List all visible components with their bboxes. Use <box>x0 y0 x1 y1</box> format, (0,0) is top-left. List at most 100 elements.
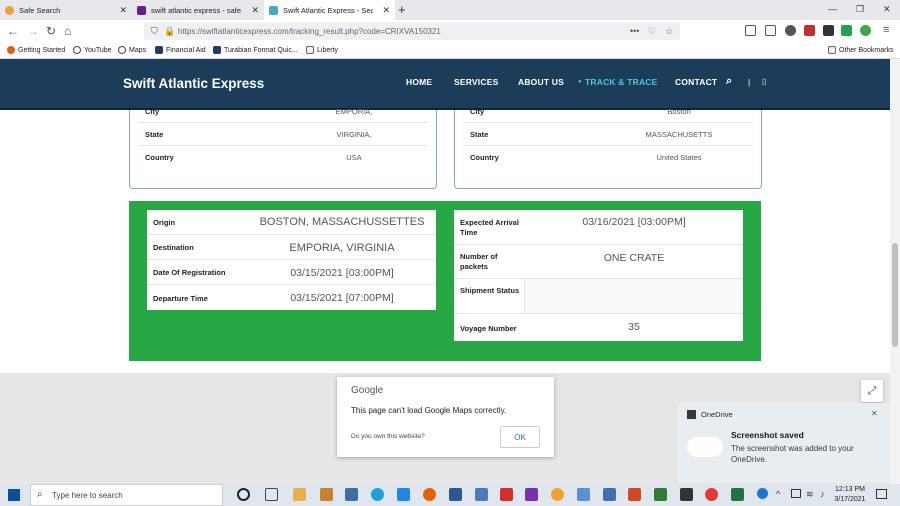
tab-title: Safe Search <box>19 5 61 15</box>
restore-icon[interactable]: ❐ <box>856 4 864 15</box>
tab-title: Swift Atlantic Express - Secure <box>283 5 373 15</box>
liberty-icon <box>155 46 163 54</box>
shipment-row-arrival: Expected Arrival Time 03/16/2021 [03:00P… <box>454 210 743 245</box>
toast-body: The screenshot was added to your OneDriv… <box>731 444 854 464</box>
sender-row-country: Country USA <box>145 153 362 162</box>
shipment-row-origin: Origin BOSTON, MASSACHUSSETTES <box>147 210 436 235</box>
help-icon[interactable] <box>757 488 768 499</box>
onedrive-app-icon <box>687 410 696 419</box>
maps-owner-question[interactable]: Do you own this website? <box>351 433 425 440</box>
taskbar-search-box[interactable]: ⌕ Type here to search <box>30 484 223 506</box>
url-bar[interactable]: ⛉ 🔒 https://swiftatlanticexpress.com/tra… <box>144 22 680 40</box>
back-icon[interactable]: ← <box>7 24 19 38</box>
powerpoint-icon[interactable] <box>628 488 641 501</box>
window-close-icon[interactable]: ✕ <box>883 4 891 15</box>
google-logo: Google <box>351 385 384 396</box>
firefox-taskbar-icon[interactable] <box>423 488 436 501</box>
lock-icon[interactable]: 🔒 <box>164 26 175 37</box>
bookmark-financial-aid[interactable]: Financial Aid <box>155 46 206 54</box>
word-icon[interactable] <box>449 488 462 501</box>
toast-close-icon[interactable]: ✕ <box>871 409 878 418</box>
cortana-icon[interactable] <box>237 488 250 501</box>
menu-track-trace[interactable]: TRACK & TRACE <box>585 77 657 87</box>
pdf-icon[interactable] <box>500 488 513 501</box>
bookmark-turabian[interactable]: Turabian Format Quic... <box>213 46 298 54</box>
extension-red-icon[interactable] <box>804 25 815 36</box>
clock-time[interactable]: 12:13 PM <box>832 486 868 493</box>
maps-ok-button[interactable]: OK <box>500 426 540 448</box>
library-icon[interactable] <box>745 25 756 36</box>
search-icon[interactable]: ⌕ <box>726 75 732 88</box>
onenote-icon[interactable] <box>525 488 538 501</box>
excel-icon[interactable] <box>731 488 744 501</box>
chrome-icon[interactable] <box>705 488 718 501</box>
extension-grammarly-icon[interactable] <box>860 25 871 36</box>
app-orange-icon[interactable] <box>551 488 564 501</box>
bookmark-liberty-folder[interactable]: Liberty <box>306 46 338 54</box>
calculator-icon[interactable] <box>397 488 410 501</box>
volume-icon[interactable]: ♪ <box>820 489 825 499</box>
close-icon[interactable]: ✕ <box>382 5 390 16</box>
other-bookmarks[interactable]: Other Bookmarks <box>828 46 893 54</box>
shipment-row-status: Shipment Status <box>454 279 743 314</box>
close-icon[interactable]: ✕ <box>119 5 127 16</box>
battery-icon[interactable] <box>791 489 801 498</box>
bookmark-youtube[interactable]: YouTube <box>73 46 112 54</box>
more-icon[interactable]: ••• <box>630 26 639 36</box>
clock-date[interactable]: 3/17/2021 <box>832 496 868 503</box>
forward-icon[interactable]: → <box>27 24 39 38</box>
wifi-icon[interactable]: ≋ <box>806 489 814 500</box>
menu-home[interactable]: HOME <box>406 77 432 87</box>
status-value-cell <box>524 279 743 313</box>
menu-icon[interactable]: ≡ <box>883 24 889 36</box>
home-icon[interactable]: ⌂ <box>64 24 71 38</box>
bookmark-star-icon[interactable]: ☆ <box>665 26 673 37</box>
account-icon[interactable] <box>785 25 796 36</box>
sidebar-icon[interactable] <box>765 25 776 36</box>
site-logo[interactable]: Swift Atlantic Express <box>123 76 264 91</box>
extension-check-icon[interactable] <box>841 25 852 36</box>
app-files-icon[interactable] <box>475 488 488 501</box>
tab-safe-search[interactable]: Safe Search ✕ <box>0 0 132 20</box>
grid-menu-icon[interactable]: ▯ <box>762 77 767 86</box>
tab-title: swift atlantic express - safesear <box>151 5 241 15</box>
menu-about-us[interactable]: ABOUT US <box>518 77 564 87</box>
new-tab-button[interactable]: + <box>398 2 406 17</box>
file-explorer-icon[interactable] <box>293 488 306 501</box>
bookmark-maps[interactable]: Maps <box>118 46 146 54</box>
app-green-icon[interactable] <box>654 488 667 501</box>
reload-icon[interactable]: ↻ <box>46 24 56 38</box>
maps-error-message: This page can't load Google Maps correct… <box>351 406 507 415</box>
tray-chevron-icon[interactable]: ^ <box>776 489 780 499</box>
sender-card: City EMPORIA, State VIRGINIA, Country US… <box>129 107 437 189</box>
receiver-row-state: State MASSACHUSETTS <box>464 123 752 146</box>
scrollbar-thumb[interactable] <box>892 243 898 347</box>
app-document-icon[interactable] <box>345 488 358 501</box>
onedrive-notification[interactable]: OneDrive ✕ Screenshot saved The screensh… <box>678 403 890 483</box>
task-view-icon[interactable] <box>265 488 278 501</box>
windows-start-icon[interactable] <box>8 489 20 501</box>
active-dot-icon: ● <box>578 79 582 85</box>
shipment-row-packets: Number of packets ONE CRATE <box>454 245 743 279</box>
close-icon[interactable]: ✕ <box>251 5 259 16</box>
edge-icon[interactable] <box>371 488 384 501</box>
notifications-icon[interactable] <box>876 489 887 499</box>
shield-icon[interactable]: ⛉ <box>151 26 158 37</box>
tab-search-results[interactable]: swift atlantic express - safesear ✕ <box>132 0 264 20</box>
pocket-icon[interactable]: ♡ <box>648 26 656 37</box>
url-text: https://swiftatlanticexpress.com/trackin… <box>178 26 441 36</box>
menu-services[interactable]: SERVICES <box>454 77 498 87</box>
app-s-icon[interactable] <box>320 488 333 501</box>
tab-swift-atlantic[interactable]: Swift Atlantic Express - Secure ✕ <box>264 0 395 20</box>
app-check-icon[interactable] <box>680 488 693 501</box>
minimize-icon[interactable]: — <box>828 4 837 14</box>
site-favicon-icon <box>269 5 278 15</box>
fullscreen-icon[interactable]: ⤢ <box>861 380 883 402</box>
bookmark-getting-started[interactable]: Getting Started <box>7 46 65 54</box>
search-icon: ⌕ <box>37 489 43 500</box>
extension-dark-icon[interactable] <box>823 25 834 36</box>
app-blue-icon[interactable] <box>577 488 590 501</box>
menu-contact[interactable]: CONTACT <box>675 77 717 87</box>
app-mail-icon[interactable] <box>603 488 616 501</box>
firefox-icon <box>7 46 15 54</box>
